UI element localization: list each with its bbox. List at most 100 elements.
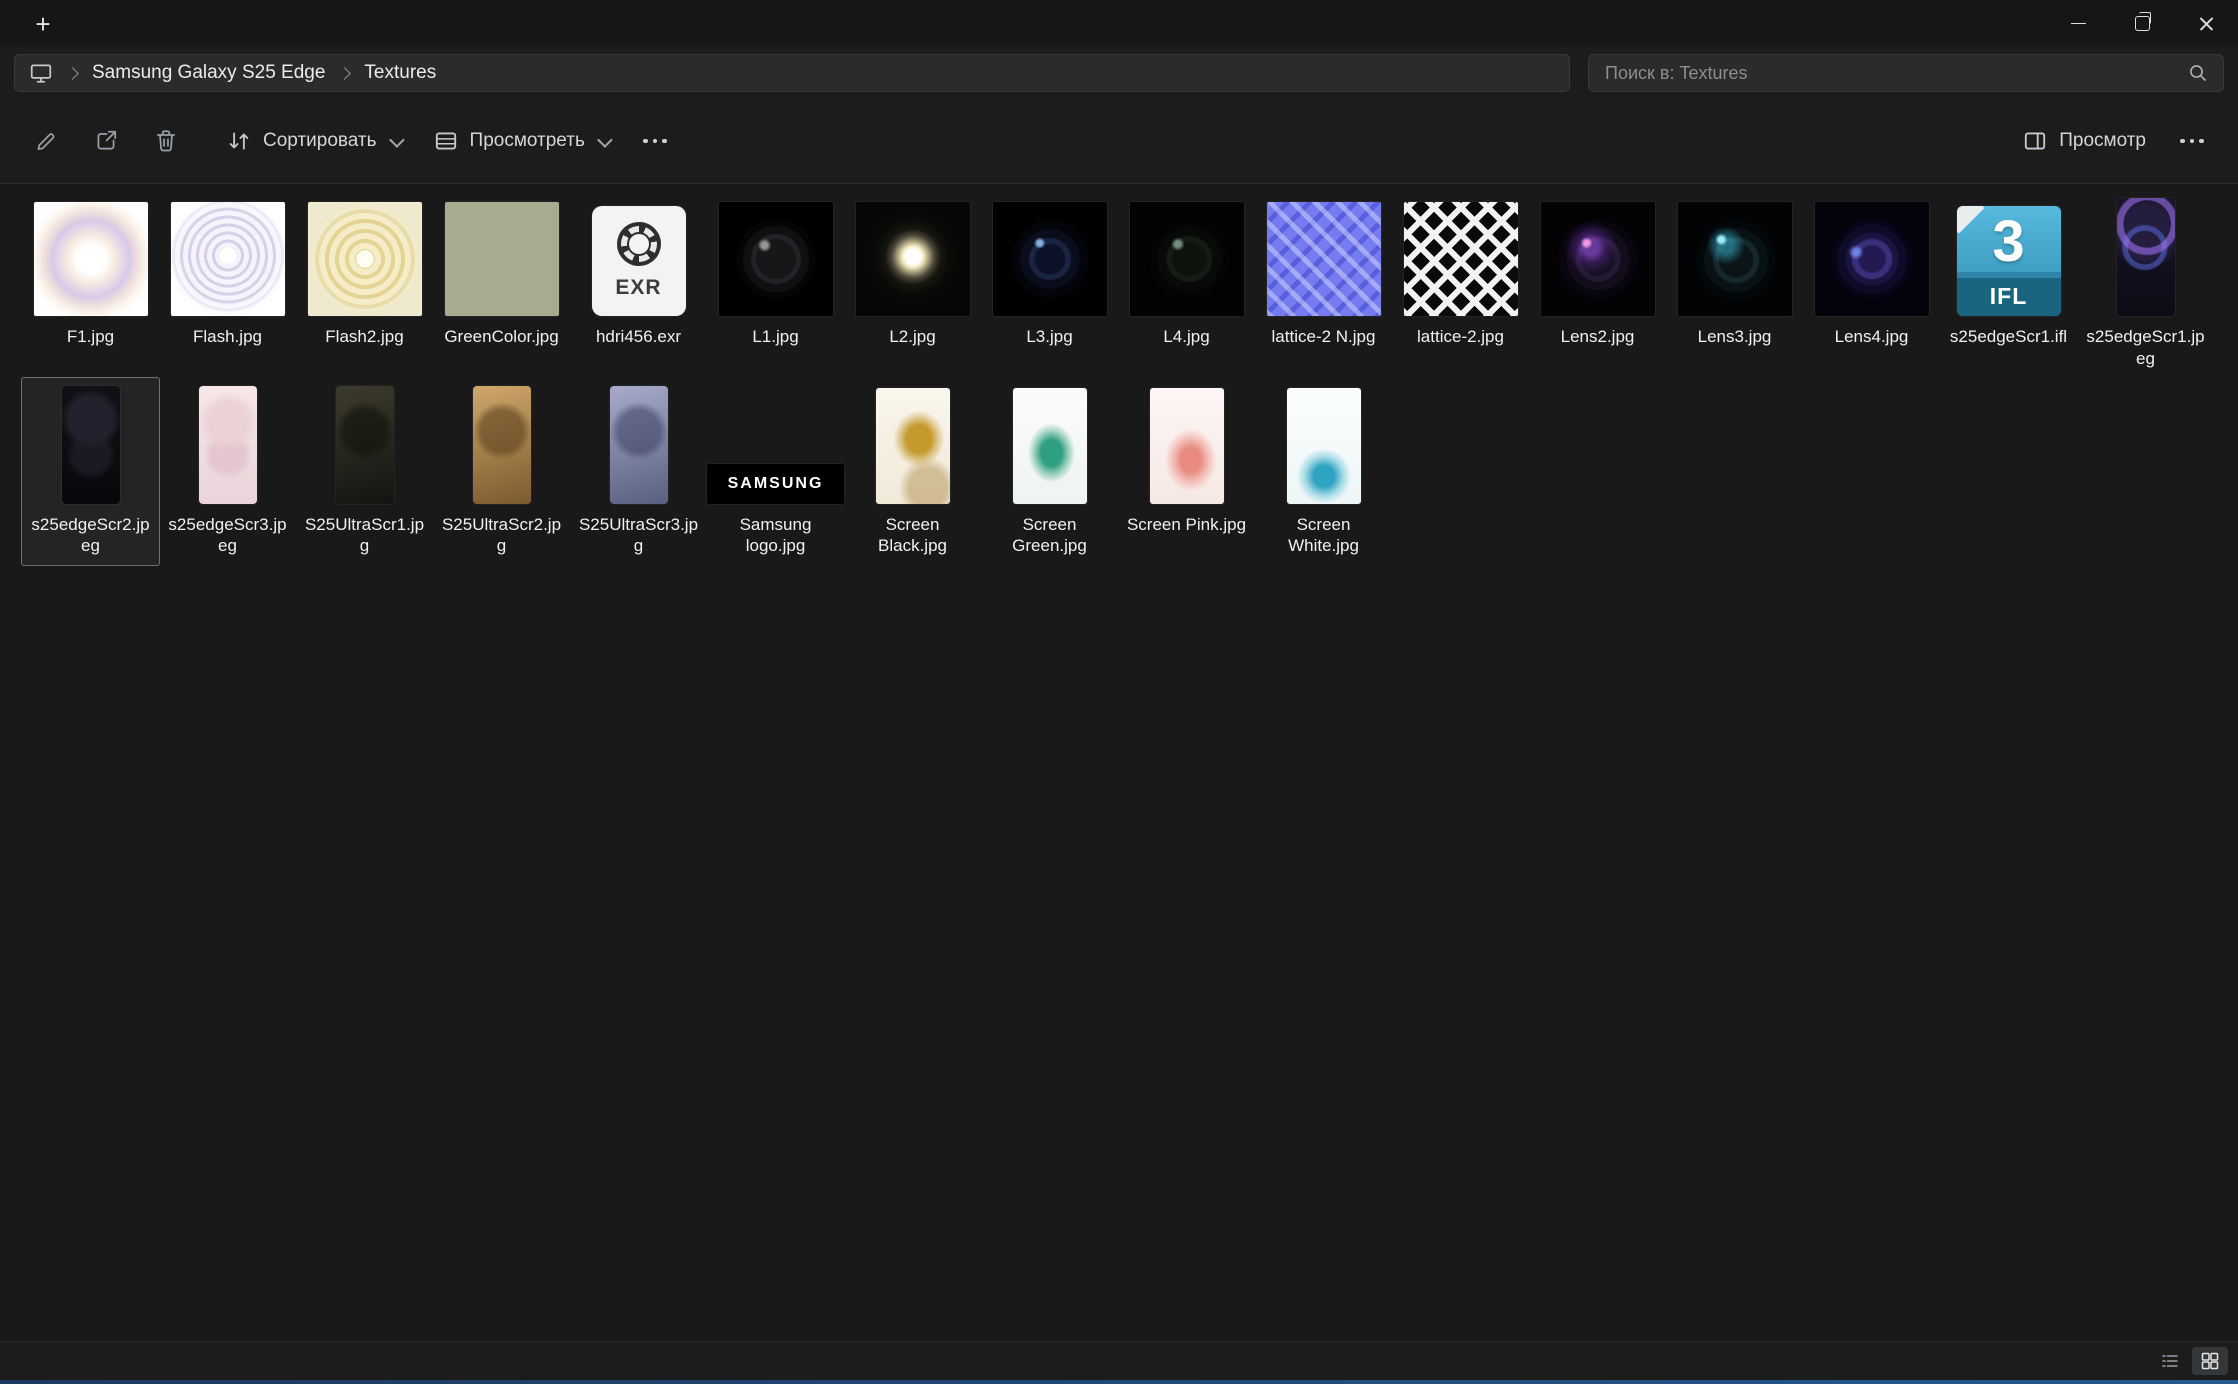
file-item[interactable]: EXR hdri456.exr bbox=[570, 190, 707, 378]
file-item[interactable]: Flash2.jpg bbox=[296, 190, 433, 378]
file-name: Lens3.jpg bbox=[1697, 327, 1772, 346]
file-thumbnail bbox=[1149, 387, 1224, 504]
aperture-icon bbox=[616, 222, 661, 266]
thumbnail-box bbox=[170, 196, 285, 316]
file-item[interactable]: L4.jpg bbox=[1118, 190, 1255, 378]
thumbnail-box bbox=[1403, 196, 1518, 316]
file-item[interactable]: 3 IFL s25edgeScr1.ifl bbox=[1940, 190, 2077, 378]
file-name: Flash2.jpg bbox=[325, 327, 404, 346]
file-thumbnail bbox=[472, 385, 531, 504]
thumbnail-box: EXR bbox=[591, 196, 686, 316]
thumbnail-view-toggle[interactable] bbox=[2192, 1347, 2228, 1375]
file-item[interactable]: GreenColor.jpg bbox=[433, 190, 570, 378]
more-commands-button[interactable] bbox=[2164, 115, 2220, 167]
preview-button[interactable]: Просмотр bbox=[2008, 115, 2160, 167]
delete-button[interactable] bbox=[138, 115, 194, 167]
brand-text: SAMSUNG bbox=[727, 474, 824, 492]
minimize-button[interactable] bbox=[2046, 0, 2110, 47]
file-name: Lens4.jpg bbox=[1834, 327, 1909, 346]
file-item[interactable]: SAMSUNG Samsung logo.jpg bbox=[707, 378, 844, 566]
rename-icon bbox=[37, 133, 55, 150]
thumbnail-box bbox=[444, 196, 559, 316]
thumbnail-box: 3 IFL bbox=[1956, 196, 2061, 316]
thumbnail-box bbox=[875, 384, 950, 504]
thumbnail-box bbox=[855, 196, 970, 316]
breadcrumb-folder[interactable]: Textures bbox=[364, 62, 436, 84]
file-name: Screen Black.jpg bbox=[878, 514, 947, 556]
file-type-badge: IFL bbox=[1956, 278, 2061, 316]
file-thumbnail: 3 IFL bbox=[1956, 206, 2061, 316]
view-menu-button[interactable]: Просмотреть bbox=[419, 115, 623, 167]
file-thumbnail bbox=[335, 385, 394, 504]
rename-button[interactable] bbox=[18, 115, 74, 167]
view-icon bbox=[435, 132, 456, 150]
this-pc-icon bbox=[30, 64, 52, 83]
details-view-toggle[interactable] bbox=[2152, 1347, 2188, 1375]
file-thumbnail bbox=[1012, 387, 1087, 504]
close-button[interactable] bbox=[2174, 0, 2238, 47]
search-box[interactable] bbox=[1588, 54, 2224, 92]
thumbnail-box bbox=[335, 384, 394, 504]
file-item[interactable]: Screen Green.jpg bbox=[981, 378, 1118, 566]
file-thumbnail: EXR bbox=[591, 206, 686, 316]
file-item[interactable]: S25UltraScr3.jpg bbox=[570, 378, 707, 566]
share-icon bbox=[97, 130, 117, 150]
file-item[interactable]: F1.jpg bbox=[22, 190, 159, 378]
new-tab-button[interactable]: + bbox=[22, 7, 64, 41]
view-menu-label: Просмотреть bbox=[469, 130, 585, 151]
file-name: s25edgeScr1.ifl bbox=[1949, 327, 2068, 346]
thumbnail-box bbox=[198, 384, 257, 504]
more-icon bbox=[2180, 138, 2204, 144]
thumbnail-box bbox=[1540, 196, 1655, 316]
thumbnail-box: SAMSUNG bbox=[707, 384, 844, 504]
file-thumbnail bbox=[1540, 202, 1655, 316]
thumbnail-box bbox=[1266, 196, 1381, 316]
file-thumbnail bbox=[1677, 202, 1792, 316]
file-thumbnail: SAMSUNG bbox=[707, 463, 844, 504]
address-bar[interactable]: Samsung Galaxy S25 Edge Textures bbox=[14, 54, 1570, 92]
file-item[interactable]: L1.jpg bbox=[707, 190, 844, 378]
close-icon bbox=[2198, 15, 2215, 32]
more-options-button[interactable] bbox=[627, 115, 683, 167]
file-thumbnail bbox=[1403, 202, 1518, 316]
file-item[interactable]: lattice-2.jpg bbox=[1392, 190, 1529, 378]
file-item[interactable]: Screen White.jpg bbox=[1255, 378, 1392, 566]
sort-button[interactable]: Сортировать bbox=[212, 115, 415, 167]
file-item[interactable]: Screen Pink.jpg bbox=[1118, 378, 1255, 566]
file-item[interactable]: L2.jpg bbox=[844, 190, 981, 378]
file-item[interactable]: s25edgeScr3.jpeg bbox=[159, 378, 296, 566]
file-item[interactable]: Flash.jpg bbox=[159, 190, 296, 378]
file-name: S25UltraScr3.jpg bbox=[578, 514, 699, 556]
file-item[interactable]: Lens4.jpg bbox=[1803, 190, 1940, 378]
file-name: S25UltraScr2.jpg bbox=[441, 514, 562, 556]
restore-button[interactable] bbox=[2110, 0, 2174, 47]
file-name: L2.jpg bbox=[889, 327, 936, 346]
file-item[interactable]: S25UltraScr1.jpg bbox=[296, 378, 433, 566]
breadcrumb-device[interactable]: Samsung Galaxy S25 Edge bbox=[92, 62, 325, 84]
file-name: L3.jpg bbox=[1026, 327, 1073, 346]
minimize-icon bbox=[2070, 23, 2086, 24]
file-item[interactable]: s25edgeScr1.jpeg bbox=[2077, 190, 2214, 378]
restore-icon bbox=[2134, 12, 2151, 31]
file-item[interactable]: Lens2.jpg bbox=[1529, 190, 1666, 378]
file-item[interactable]: lattice-2 N.jpg bbox=[1255, 190, 1392, 378]
search-icon[interactable] bbox=[2187, 62, 2209, 84]
file-name: S25UltraScr1.jpg bbox=[304, 514, 425, 556]
file-name: Screen Pink.jpg bbox=[1126, 514, 1247, 534]
search-input[interactable] bbox=[1603, 61, 2177, 85]
file-item[interactable]: L3.jpg bbox=[981, 190, 1118, 378]
share-button[interactable] bbox=[78, 115, 134, 167]
file-thumbnail bbox=[307, 202, 422, 316]
address-row: Samsung Galaxy S25 Edge Textures bbox=[0, 47, 2238, 99]
file-type-badge: EXR bbox=[615, 276, 662, 299]
file-item[interactable]: Screen Black.jpg bbox=[844, 378, 981, 566]
file-item[interactable]: S25UltraScr2.jpg bbox=[433, 378, 570, 566]
file-thumbnail bbox=[609, 385, 668, 504]
file-item[interactable]: Lens3.jpg bbox=[1666, 190, 1803, 378]
chevron-down-icon bbox=[596, 131, 613, 148]
thumbnail-box bbox=[992, 196, 1107, 316]
sort-icon bbox=[229, 132, 249, 150]
sort-label: Сортировать bbox=[263, 130, 377, 151]
file-item[interactable]: s25edgeScr2.jpeg bbox=[21, 376, 160, 566]
preview-label: Просмотр bbox=[2059, 130, 2146, 151]
